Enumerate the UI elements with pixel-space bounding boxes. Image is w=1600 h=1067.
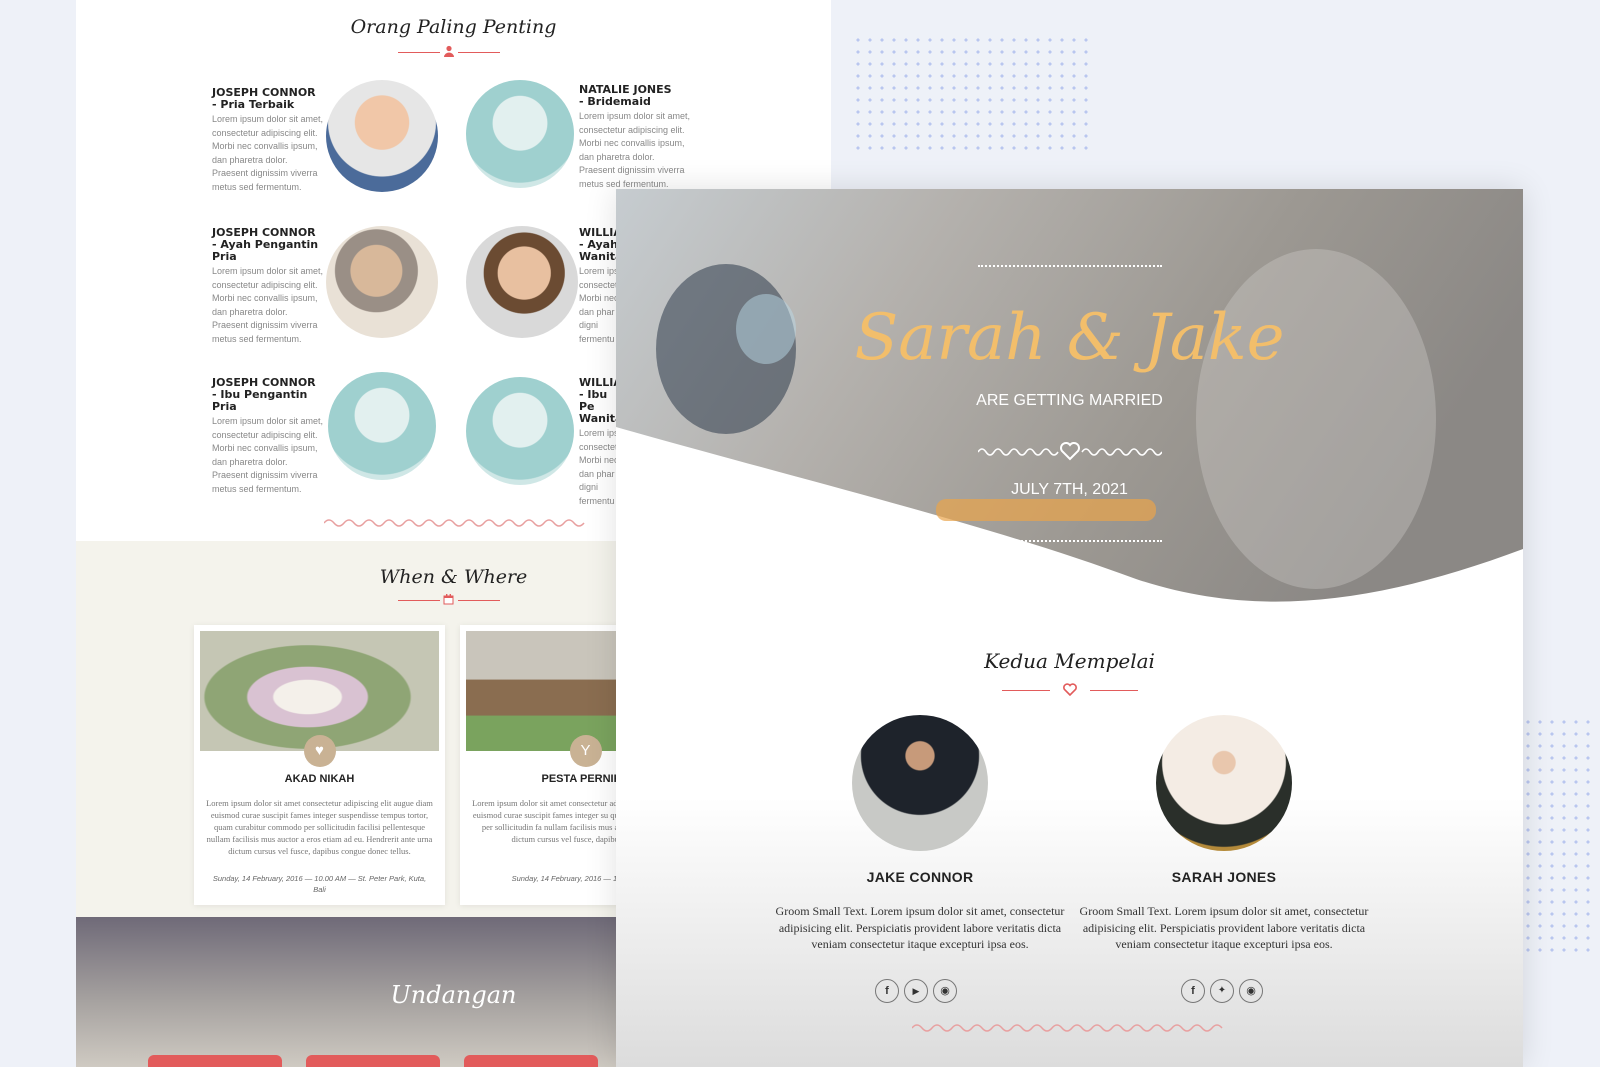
facebook-icon[interactable]: f: [875, 979, 899, 1003]
vip-role: - Ibu Pengantin Pria: [212, 388, 308, 413]
vip-photo-5: [328, 372, 436, 480]
heart-icon: [978, 442, 1162, 461]
couple-name: SARAH JONES: [1171, 869, 1277, 885]
heart-icon: ♥: [303, 735, 336, 767]
vip-divider-right: [458, 52, 500, 53]
groom-profile: JAKE CONNOR Groom Small Text. Lorem ipsu…: [768, 869, 1072, 953]
vip-text: Lorem ipsum dolor sit amet, consectetur …: [579, 111, 691, 189]
event-title: AKAD NIKAH: [284, 773, 355, 785]
instagram-icon[interactable]: ◉: [933, 979, 957, 1003]
heart-outline-icon: [1063, 683, 1077, 696]
hero-subtitle: ARE GETTING MARRIED: [976, 392, 1163, 409]
vip-role: - Bridemaid: [579, 95, 651, 108]
bride-profile: SARAH JONES Groom Small Text. Lorem ipsu…: [1072, 869, 1376, 953]
event-meta: Sunday, 14 February, 2016 — 10.00 AM — S…: [212, 874, 427, 894]
vip-item-3: JOSEPH CONNOR - Ayah Pengantin Pria Lore…: [212, 227, 324, 346]
couple-text: Groom Small Text. Lorem ipsum dolor sit …: [1079, 904, 1369, 951]
squiggle-divider: [912, 1024, 1223, 1032]
hero-dotted-line-top: [978, 265, 1162, 267]
couple-section: Kedua Mempelai JAKE CONNOR Groom Small T…: [616, 619, 1523, 1067]
event-text: Lorem ipsum dolor sit amet consectetur a…: [206, 798, 433, 856]
vip-photo-2: [466, 80, 574, 188]
invitation-button-1[interactable]: [148, 1055, 282, 1067]
vip-item-1: JOSEPH CONNOR - Pria Terbaik Lorem ipsum…: [212, 87, 324, 194]
hero-date: JULY 7TH, 2021: [1011, 481, 1128, 498]
vip-role: - Ayah Wanita: [579, 238, 623, 263]
vip-text: Lorem ips consectet Morbi nec dan phar d…: [579, 266, 619, 344]
vip-text: Lorem ips consectet Morbi nec dan phar d…: [579, 428, 619, 506]
vip-text: Lorem ipsum dolor sit amet, consectetur …: [212, 416, 324, 494]
groom-photo: [852, 715, 988, 851]
invitation-button-3[interactable]: [464, 1055, 598, 1067]
vip-divider-left: [398, 52, 440, 53]
invitation-button-2[interactable]: [306, 1055, 440, 1067]
vip-role: - Ibu Pe Wanita: [579, 388, 623, 425]
event-card-akad: ♥ AKAD NIKAH Lorem ipsum dolor sit amet …: [194, 625, 445, 905]
vip-photo-1: [326, 80, 438, 192]
vip-text: Lorem ipsum dolor sit amet, consectetur …: [212, 266, 324, 344]
vip-photo-6: [466, 377, 574, 485]
ww-divider-left: [398, 600, 440, 601]
vip-item-5: JOSEPH CONNOR - Ibu Pengantin Pria Lorem…: [212, 377, 324, 496]
vip-item-4: WILLIA - Ayah Wanita Lorem ips consectet…: [579, 227, 623, 346]
squiggle-divider: [324, 519, 585, 527]
vip-role: - Ayah Pengantin Pria: [212, 238, 319, 263]
cocktail-icon: Y: [569, 735, 602, 767]
couple-divider-right: [1090, 690, 1138, 691]
vip-item-2: NATALIE JONES - Bridemaid Lorem ipsum do…: [579, 84, 691, 191]
front-page-preview: Sarah & Jake ARE GETTING MARRIED JULY 7T…: [616, 189, 1523, 1067]
twitter-icon[interactable]: ✦: [1210, 979, 1234, 1003]
couple-divider-left: [1002, 690, 1050, 691]
facebook-icon[interactable]: f: [1181, 979, 1205, 1003]
couple-section-title: Kedua Mempelai: [984, 649, 1155, 673]
vip-section-title: Orang Paling Penting: [350, 16, 557, 38]
couple-name: JAKE CONNOR: [866, 869, 974, 885]
youtube-icon[interactable]: ▶: [904, 979, 928, 1003]
dot-pattern-top: [852, 34, 1092, 152]
vip-photo-4: [466, 226, 578, 338]
person-icon: [444, 45, 454, 57]
vip-role: - Pria Terbaik: [212, 98, 295, 111]
bride-photo: [1156, 715, 1292, 851]
hero-couple-names: Sarah & Jake: [854, 301, 1285, 375]
dot-pattern-right: [1522, 716, 1590, 956]
vip-photo-3: [326, 226, 438, 338]
vip-text: Lorem ipsum dolor sit amet, consectetur …: [212, 114, 324, 192]
bouquet-image: [200, 631, 439, 751]
couple-text: Groom Small Text. Lorem ipsum dolor sit …: [775, 904, 1065, 951]
hero-dotted-line-bottom: [978, 540, 1162, 542]
vip-item-6: WILLIA - Ibu Pe Wanita Lorem ips consect…: [579, 377, 623, 508]
hero-section: Sarah & Jake ARE GETTING MARRIED JULY 7T…: [616, 189, 1523, 619]
calendar-icon: [443, 594, 454, 605]
instagram-icon[interactable]: ◉: [1239, 979, 1263, 1003]
ww-divider-right: [458, 600, 500, 601]
